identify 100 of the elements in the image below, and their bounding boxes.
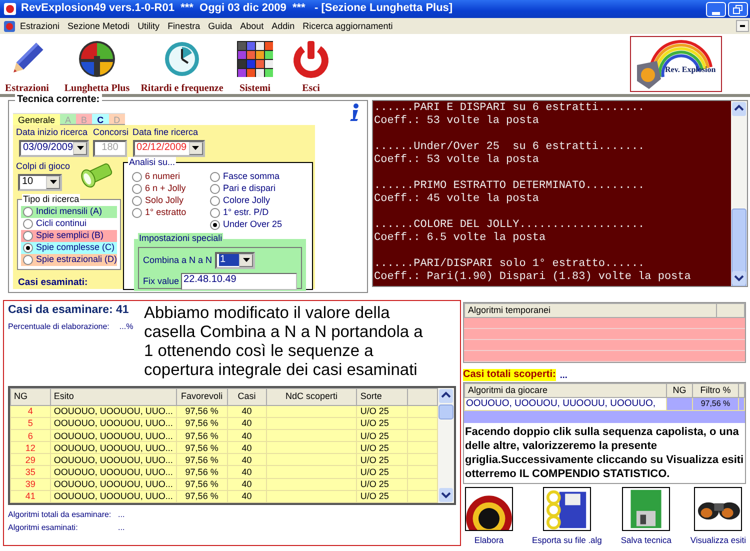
toolbar-button[interactable]: Lunghetta Plus [54,39,140,95]
status-label: Casi esaminati: [18,276,89,288]
toolbar-button[interactable]: Estrazioni [0,39,54,95]
number-dropdown[interactable]: 1 [215,252,256,269]
radio-button[interactable] [132,208,142,218]
app-icon [3,20,16,32]
radio-button[interactable] [23,218,33,229]
table-cell: OOUOUO, UOOUOU, UUOOUU, UOOUUO, [464,398,666,410]
radio-button[interactable] [23,254,33,265]
menu-item[interactable]: Utility [134,20,164,32]
console-line: ......COLORE DEL JOLLY................... [374,219,646,232]
caret-icon [242,258,250,262]
table-cell: 41 [10,490,50,502]
radio-button[interactable] [132,196,142,206]
table-cell: 97,56 % [176,417,228,430]
column-header[interactable]: Algoritmi temporanei [464,304,716,318]
menu-item[interactable]: About [236,20,268,32]
table-cell: 97,56 % [176,429,228,442]
table-cell: 97,56 % [176,405,228,418]
action-button[interactable]: Esporta su file .alg [532,487,602,546]
radio-button[interactable] [132,184,142,194]
toolbar-button[interactable]: Ritardi e frequenze [140,39,224,95]
column-header[interactable]: Casi [227,388,266,406]
column-header[interactable]: Sorte [356,388,408,406]
minimize-icon [712,12,720,16]
date-dropdown[interactable]: 03/09/2009 [19,140,89,157]
date-dropdown[interactable]: 02/12/2009 [132,140,205,157]
menu-item[interactable]: Addin [268,20,299,32]
option-label: 6 n + Jolly [145,183,186,194]
action-button[interactable]: Visualizza esiti [690,487,746,546]
table-cell: 5 [10,417,50,430]
option-label: 1° estratto [145,207,186,218]
column-header[interactable]: NG [10,388,50,406]
radio-button[interactable] [23,242,33,253]
option-label: 6 numeri [145,171,180,182]
radio-button[interactable] [210,220,220,230]
toolbar-button[interactable]: Esci [286,39,336,95]
column-header[interactable]: Filtro % [692,384,738,398]
radio-button[interactable] [23,206,33,217]
progress-value: ...% [119,322,134,332]
restore-button[interactable] [728,2,748,16]
logo-text: Rev. Explosion [665,65,716,75]
menu-item[interactable]: Finestra [164,20,204,32]
radio-button[interactable] [210,184,220,194]
color-grid-icon [235,39,275,79]
column-header[interactable]: NdC scoperti [266,388,357,406]
option-label: Colore Jolly [223,195,270,206]
status-label: Casi totali scoperti: [463,369,556,381]
table-cell: 97,56 % [176,442,228,454]
table-cell: U/O 25 [356,466,408,478]
table-cell: OOUOUO, UOOUOU, UUO... [50,405,176,418]
column-header[interactable]: Esito [50,388,176,406]
table-cell: U/O 25 [356,454,408,466]
toolbar-button[interactable]: Sistemi [224,39,286,95]
stat-value: ... [118,522,125,532]
action-button[interactable]: Elabora [465,487,513,546]
minimize-button[interactable] [736,20,749,32]
table-cell: U/O 25 [356,442,408,454]
table-cell: 97,56 % [176,478,228,490]
option-label: Solo Jolly [145,195,184,206]
radio-button[interactable] [210,172,220,182]
column-header[interactable]: Algoritmi da giocare [464,384,666,398]
field-label: Concorsi [93,127,129,138]
radio-button[interactable] [132,172,142,182]
table-cell: 97,56 % [176,490,228,502]
option-label: Cicli continui [36,218,87,229]
option-label: Under Over 25 [223,219,282,230]
radio-button[interactable] [23,230,33,241]
menu-item[interactable]: Estrazioni [16,20,64,32]
action-button[interactable]: Salva tecnica [620,487,672,546]
radio-button[interactable] [210,196,220,206]
field-label: Colpi di gioco [16,160,70,172]
table-cell: U/O 25 [356,478,408,490]
table-cell: 97,56 % [692,398,738,410]
number-dropdown[interactable]: 10 [18,174,62,191]
table-cell: OOUOUO, UOOUOU, UUO... [50,478,176,490]
tab[interactable]: Generale [13,113,60,125]
menu-item[interactable]: Sezione Metodi [64,20,134,32]
minimize-icon [740,25,745,27]
text-field[interactable]: 22.48.10.49 [180,272,298,290]
flashlight-icon [78,162,114,189]
menu-item[interactable]: Ricerca aggiornamenti [298,20,397,32]
console-line: Coeff.: 45 volte la posta [374,193,540,206]
table-cell: 35 [10,466,50,478]
column-header[interactable]: NG [666,384,692,398]
menu-item[interactable]: Guida [204,20,236,32]
scrollbar[interactable] [731,101,747,286]
table-cell: 29 [10,454,50,466]
tab[interactable]: C [92,113,109,125]
console-line: ......PRIMO ESTRATTO DETERMINATO......... [374,180,646,193]
caret-icon [50,180,56,184]
table-cell: 97,56 % [176,466,228,478]
console-line: ......Under/Over 25 su 6 estratti....... [374,141,646,154]
group-title: Tipo di ricerca [22,194,80,204]
column-header[interactable]: Favorevoli [176,388,228,406]
scrollbar[interactable] [438,388,454,503]
table-cell: OOUOUO, UOOUOU, UUO... [50,429,176,442]
quartered-circle-icon [77,39,117,79]
table-cell: 12 [10,442,50,454]
radio-button[interactable] [210,208,220,218]
